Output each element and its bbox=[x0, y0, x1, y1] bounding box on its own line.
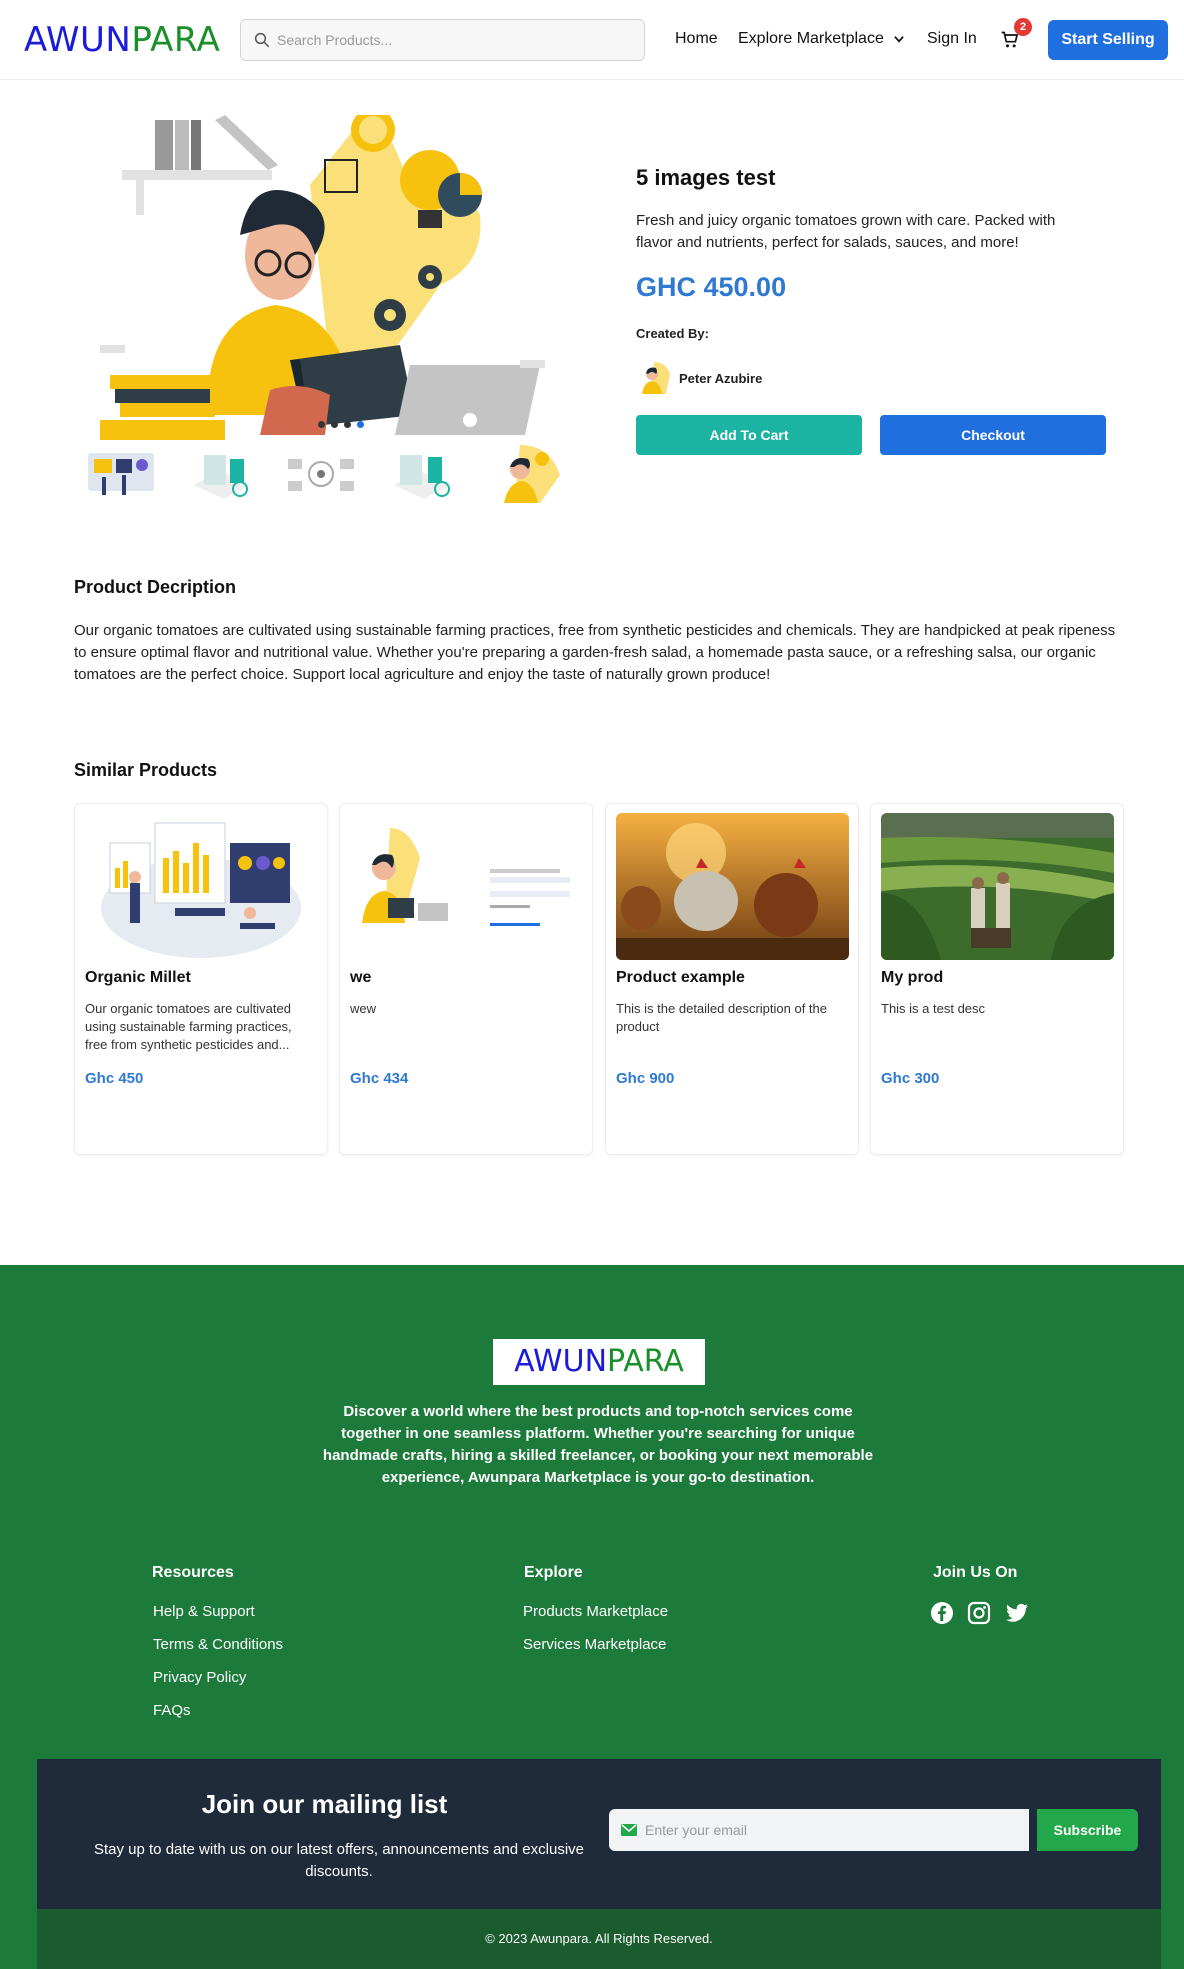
footer-resources-list: Help & Support Terms & Conditions Privac… bbox=[153, 1603, 283, 1735]
email-field-wrapper bbox=[609, 1809, 1029, 1851]
product-card-image[interactable] bbox=[616, 813, 849, 960]
thumbnail-5[interactable] bbox=[480, 445, 562, 503]
product-card-price: Ghc 300 bbox=[881, 1070, 940, 1087]
product-card[interactable]: Organic Millet Our organic tomatoes are … bbox=[74, 803, 328, 1155]
carousel-dot[interactable] bbox=[344, 421, 351, 428]
author-avatar[interactable] bbox=[638, 362, 670, 394]
product-card-name[interactable]: we bbox=[350, 969, 371, 987]
subscribe-button[interactable]: Subscribe bbox=[1037, 1809, 1138, 1851]
footer-link-terms[interactable]: Terms & Conditions bbox=[153, 1636, 283, 1669]
footer-about-text: Discover a world where the best products… bbox=[322, 1403, 874, 1486]
checkout-button[interactable]: Checkout bbox=[880, 415, 1106, 455]
product-card[interactable]: we wew Ghc 434 bbox=[339, 803, 593, 1155]
site-logo[interactable]: AWUNPARA bbox=[24, 20, 220, 60]
product-main-image[interactable] bbox=[100, 115, 570, 440]
thumbnail-3[interactable] bbox=[280, 445, 362, 503]
footer-explore-list: Products Marketplace Services Marketplac… bbox=[523, 1603, 668, 1669]
product-card-image[interactable] bbox=[85, 813, 318, 960]
search-icon bbox=[254, 32, 270, 48]
facebook-icon[interactable] bbox=[930, 1601, 954, 1625]
product-card-image[interactable] bbox=[350, 813, 583, 960]
nav-home[interactable]: Home bbox=[675, 30, 718, 48]
mailing-list-section: Join our mailing list Stay up to date wi… bbox=[37, 1759, 1161, 1909]
footer-join-heading: Join Us On bbox=[933, 1564, 1018, 1581]
footer-link-services-marketplace[interactable]: Services Marketplace bbox=[523, 1636, 668, 1669]
add-to-cart-button[interactable]: Add To Cart bbox=[636, 415, 862, 455]
footer-link-privacy[interactable]: Privacy Policy bbox=[153, 1669, 283, 1702]
product-card-description: This is a test desc bbox=[881, 1001, 986, 1016]
social-links bbox=[930, 1601, 1038, 1625]
instagram-icon[interactable] bbox=[967, 1601, 991, 1625]
product-thumbnails bbox=[80, 445, 575, 505]
twitter-icon[interactable] bbox=[1005, 1601, 1029, 1625]
product-card-name[interactable]: Organic Millet bbox=[85, 969, 191, 987]
product-card-description: This is the detailed description of the … bbox=[616, 1001, 828, 1034]
carousel-dots bbox=[318, 415, 370, 433]
carousel-dot-active[interactable] bbox=[357, 421, 364, 428]
product-price: GHC 450.00 bbox=[636, 272, 787, 302]
mailing-list-subtitle: Stay up to date with us on our latest of… bbox=[93, 1841, 585, 1880]
description-heading: Product Decription bbox=[74, 577, 237, 597]
chevron-down-icon[interactable] bbox=[892, 32, 906, 46]
nav-explore-marketplace[interactable]: Explore Marketplace bbox=[738, 30, 884, 48]
product-card[interactable]: My prod This is a test desc Ghc 300 bbox=[870, 803, 1124, 1155]
search-box bbox=[240, 19, 645, 61]
carousel-dot[interactable] bbox=[331, 421, 338, 428]
site-header: AWUNPARA Home Explore Marketplace Sign I… bbox=[0, 0, 1184, 80]
email-input[interactable] bbox=[645, 1809, 1015, 1851]
product-card-image[interactable] bbox=[881, 813, 1114, 960]
product-title: 5 images test bbox=[636, 165, 776, 190]
similar-products-heading: Similar Products bbox=[74, 760, 218, 780]
copyright-bar: © 2023 Awunpara. All Rights Reserved. bbox=[37, 1909, 1161, 1969]
search-input[interactable] bbox=[277, 20, 637, 60]
site-footer: AWUNPARA Discover a world where the best… bbox=[0, 1265, 1184, 1969]
start-selling-button[interactable]: Start Selling bbox=[1048, 20, 1168, 60]
product-card-price: Ghc 900 bbox=[616, 1070, 675, 1087]
footer-explore-heading: Explore bbox=[524, 1564, 583, 1581]
similar-products-list: Organic Millet Our organic tomatoes are … bbox=[74, 803, 1124, 1155]
description-text: Our organic tomatoes are cultivated usin… bbox=[74, 622, 1116, 683]
author-name[interactable]: Peter Azubire bbox=[679, 371, 762, 386]
thumbnail-4[interactable] bbox=[380, 445, 462, 503]
mail-icon bbox=[621, 1824, 637, 1836]
footer-link-faqs[interactable]: FAQs bbox=[153, 1702, 283, 1735]
created-by-label: Created By: bbox=[636, 326, 709, 341]
footer-link-help-support[interactable]: Help & Support bbox=[153, 1603, 283, 1636]
footer-logo[interactable]: AWUNPARA bbox=[493, 1339, 705, 1385]
footer-resources-heading: Resources bbox=[152, 1564, 234, 1581]
thumbnail-1[interactable] bbox=[80, 445, 162, 503]
carousel-dot[interactable] bbox=[318, 421, 325, 428]
product-card[interactable]: Product example This is the detailed des… bbox=[605, 803, 859, 1155]
nav-sign-in[interactable]: Sign In bbox=[927, 30, 977, 48]
product-card-description: Our organic tomatoes are cultivated usin… bbox=[85, 1001, 292, 1052]
mailing-list-title: Join our mailing list bbox=[201, 1789, 448, 1819]
product-card-price: Ghc 434 bbox=[350, 1070, 409, 1087]
product-card-name[interactable]: My prod bbox=[881, 969, 943, 987]
product-short-description: Fresh and juicy organic tomatoes grown w… bbox=[636, 212, 1056, 251]
footer-link-products-marketplace[interactable]: Products Marketplace bbox=[523, 1603, 668, 1636]
copyright-text: © 2023 Awunpara. All Rights Reserved. bbox=[485, 1931, 713, 1946]
product-card-price: Ghc 450 bbox=[85, 1070, 144, 1087]
cart-count-badge: 2 bbox=[1014, 18, 1032, 36]
product-card-description: wew bbox=[350, 1001, 377, 1016]
product-card-name[interactable]: Product example bbox=[616, 969, 745, 987]
thumbnail-2[interactable] bbox=[180, 445, 262, 503]
